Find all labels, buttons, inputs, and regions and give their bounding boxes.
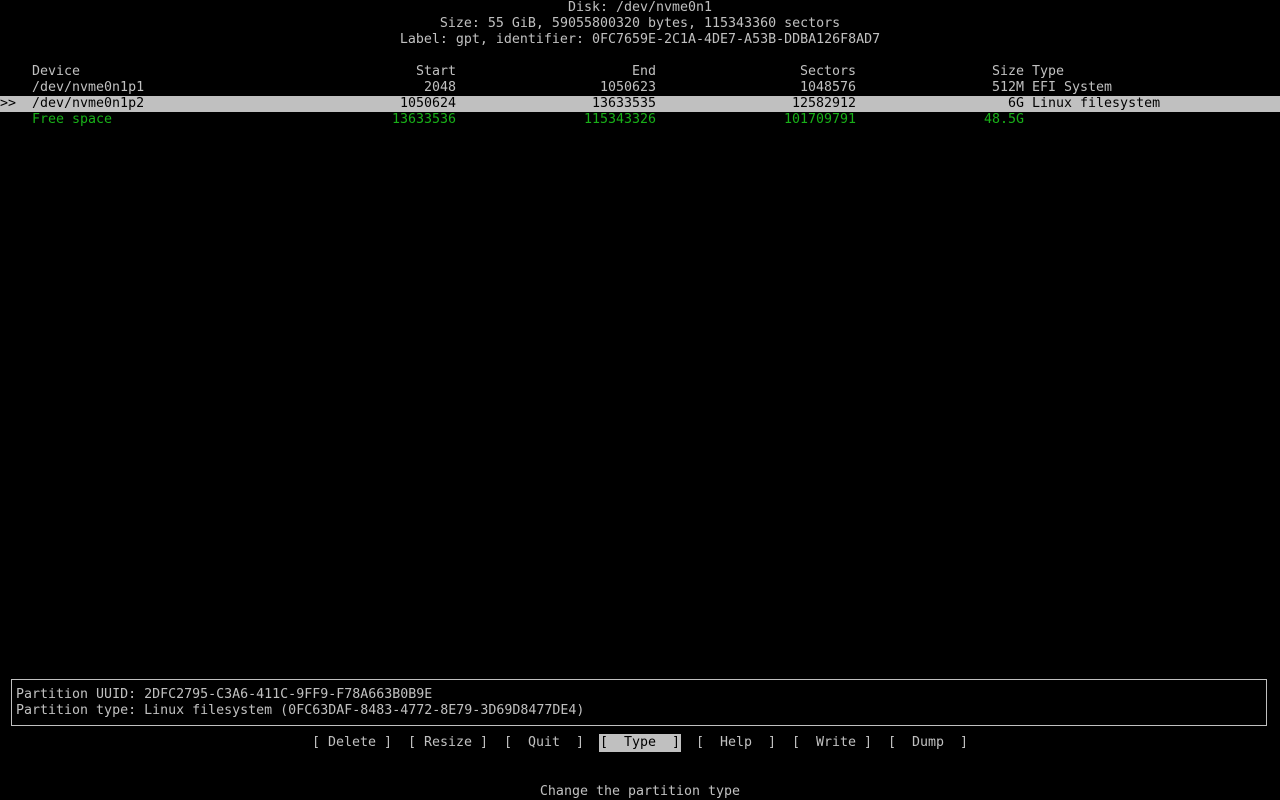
column-header-start: Start: [415, 64, 456, 79]
column-header-end: End: [631, 64, 656, 79]
row-sectors: 12582912: [791, 96, 856, 111]
table-row[interactable]: /dev/nvme0n1p1 2048 1050623 1048576 512M…: [0, 80, 1280, 96]
row-size: 6G: [1007, 96, 1024, 111]
delete-button[interactable]: [ Delete ]: [312, 735, 392, 751]
row-start: 2048: [423, 80, 456, 95]
row-device: Free space: [32, 112, 113, 127]
column-header-type: Type: [1032, 64, 1065, 79]
row-size: 512M: [991, 80, 1024, 95]
row-type: EFI System: [1032, 80, 1113, 95]
resize-button[interactable]: [ Resize ]: [408, 735, 488, 751]
quit-button[interactable]: [ Quit ]: [504, 735, 584, 751]
type-button[interactable]: [ Type ]: [598, 734, 682, 752]
partition-type-info: Partition type: Linux filesystem (0FC63D…: [16, 703, 585, 718]
row-size: 48.5G: [983, 112, 1024, 127]
row-type: [1032, 112, 1272, 128]
row-end: 115343326: [583, 112, 656, 127]
row-type: Linux filesystem: [1032, 96, 1161, 111]
status-hint: Change the partition type: [539, 784, 741, 799]
dump-button[interactable]: [ Dump ]: [888, 735, 968, 751]
help-button[interactable]: [ Help ]: [696, 735, 776, 751]
selection-marker: >>: [0, 96, 17, 111]
row-device: /dev/nvme0n1p1: [32, 80, 145, 95]
row-start: 1050624: [399, 96, 456, 111]
disk-title: Disk: /dev/nvme0n1: [567, 0, 713, 15]
partition-uuid: Partition UUID: 2DFC2795-C3A6-411C-9FF9-…: [16, 687, 433, 702]
table-header: Device Start End Sectors Size Type: [0, 64, 1280, 80]
column-header-device: Device: [32, 64, 81, 79]
row-device: /dev/nvme0n1p2: [32, 96, 145, 111]
column-header-sectors: Sectors: [799, 64, 856, 79]
row-sectors: 1048576: [799, 80, 856, 95]
row-sectors: 101709791: [783, 112, 856, 127]
write-button[interactable]: [ Write ]: [792, 735, 872, 751]
table-row-free-space[interactable]: Free space 13633536 115343326 101709791 …: [0, 112, 1280, 128]
row-start: 13633536: [391, 112, 456, 127]
row-end: 13633535: [591, 96, 656, 111]
disk-size: Size: 55 GiB, 59055800320 bytes, 1153433…: [439, 16, 841, 31]
column-header-size: Size: [991, 64, 1024, 79]
partition-info-box: Partition UUID: 2DFC2795-C3A6-411C-9FF9-…: [11, 679, 1267, 726]
disk-label: Label: gpt, identifier: 0FC7659E-2C1A-4D…: [399, 32, 881, 47]
row-end: 1050623: [599, 80, 656, 95]
table-row-selected[interactable]: >> /dev/nvme0n1p2 1050624 13633535 12582…: [0, 96, 1280, 112]
